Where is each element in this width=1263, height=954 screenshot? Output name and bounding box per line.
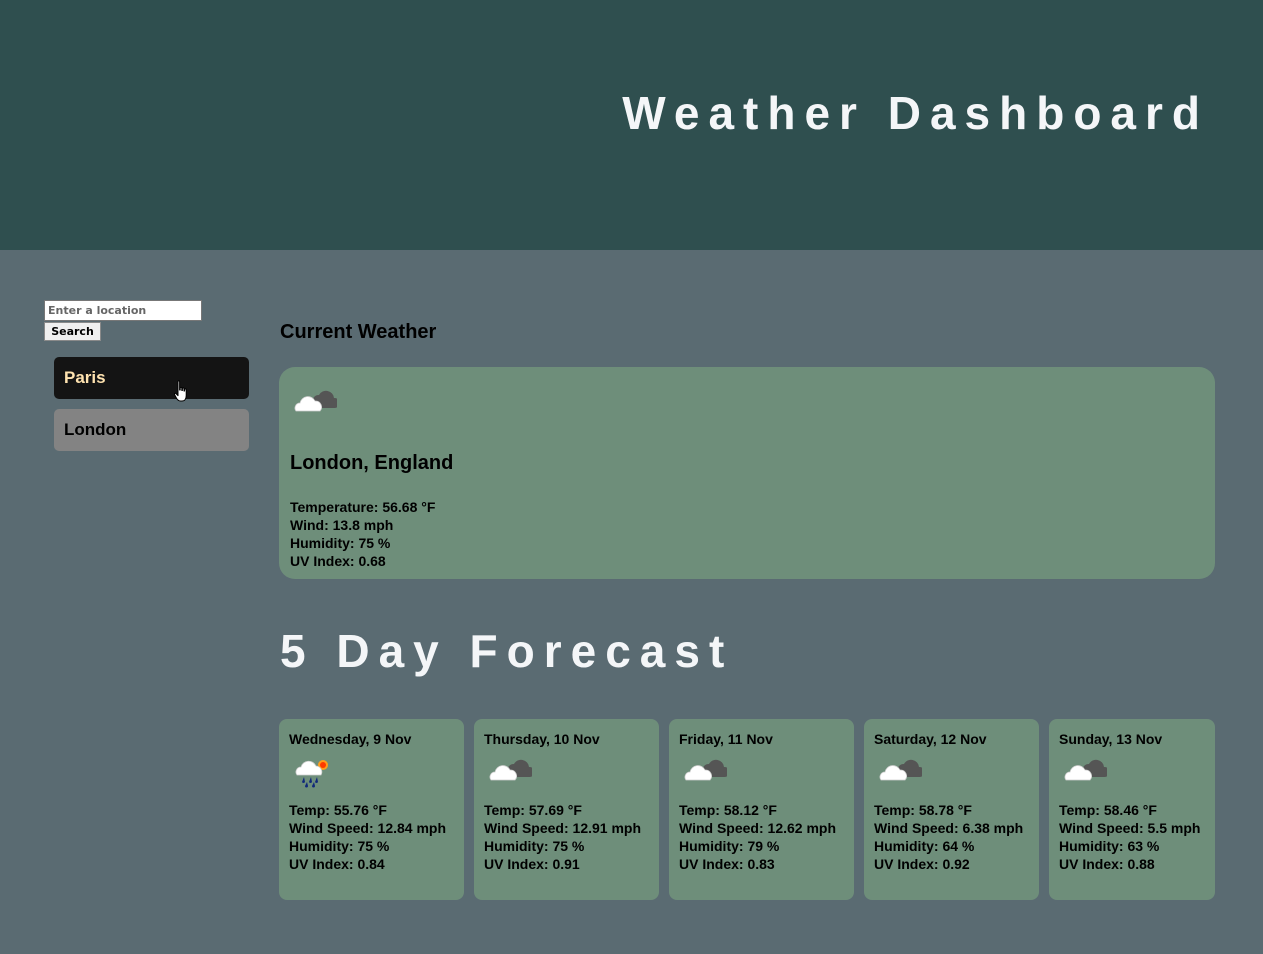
cloudy-icon xyxy=(1064,759,1107,781)
forecast-wind: Wind Speed: 12.62 mph xyxy=(679,820,837,836)
forecast-temp: Temp: 58.46 °F xyxy=(1059,802,1157,818)
page-title: Weather Dashboard xyxy=(622,87,1209,139)
forecast-temp: Temp: 55.76 °F xyxy=(289,802,387,818)
forecast-card: Wednesday, 9 Nov Temp: 55.76 °F Wind Spe… xyxy=(279,719,464,900)
current-humidity: Humidity: 75 % xyxy=(290,535,391,551)
cloudy-icon xyxy=(684,759,727,781)
current-weather-stats: Temperature: 56.68 °F Wind: 13.8 mph Hum… xyxy=(290,498,435,570)
forecast-humidity: Humidity: 63 % xyxy=(1059,838,1160,854)
forecast-date: Friday, 11 Nov xyxy=(679,731,773,747)
forecast-stats: Temp: 55.76 °F Wind Speed: 12.84 mph Hum… xyxy=(289,801,458,873)
forecast-humidity: Humidity: 75 % xyxy=(289,838,390,854)
forecast-wind: Wind Speed: 12.91 mph xyxy=(484,820,642,836)
current-uv-index: UV Index: 0.68 xyxy=(290,553,386,569)
cloudy-icon xyxy=(294,390,337,412)
forecast-humidity: Humidity: 75 % xyxy=(484,838,585,854)
forecast-stats: Temp: 58.12 °F Wind Speed: 12.62 mph Hum… xyxy=(679,801,848,873)
forecast-stats: Temp: 58.78 °F Wind Speed: 6.38 mph Humi… xyxy=(874,801,1033,873)
forecast-wind: Wind Speed: 5.5 mph xyxy=(1059,820,1201,836)
forecast-temp: Temp: 58.12 °F xyxy=(679,802,777,818)
forecast-uv-index: UV Index: 0.91 xyxy=(484,856,580,872)
current-weather-heading: Current Weather xyxy=(280,321,437,343)
forecast-wind: Wind Speed: 12.84 mph xyxy=(289,820,447,836)
forecast-card: Saturday, 12 Nov Temp: 58.78 °F Wind Spe… xyxy=(864,719,1039,900)
forecast-temp: Temp: 58.78 °F xyxy=(874,802,972,818)
cloudy-icon xyxy=(489,759,532,781)
forecast-humidity: Humidity: 64 % xyxy=(874,838,975,854)
current-temperature: Temperature: 56.68 °F xyxy=(290,499,436,515)
forecast-uv-index: UV Index: 0.92 xyxy=(874,856,970,872)
forecast-card: Thursday, 10 Nov Temp: 57.69 °F Wind Spe… xyxy=(474,719,659,900)
forecast-date: Thursday, 10 Nov xyxy=(484,731,600,747)
history-item-paris[interactable]: Paris xyxy=(54,357,249,399)
forecast-temp: Temp: 57.69 °F xyxy=(484,802,582,818)
forecast-date: Wednesday, 9 Nov xyxy=(289,731,412,747)
forecast-date: Saturday, 12 Nov xyxy=(874,731,987,747)
current-wind: Wind: 13.8 mph xyxy=(290,517,394,533)
forecast-uv-index: UV Index: 0.84 xyxy=(289,856,385,872)
forecast-uv-index: UV Index: 0.83 xyxy=(679,856,775,872)
forecast-card: Friday, 11 Nov Temp: 58.12 °F Wind Speed… xyxy=(669,719,854,900)
cloudy-icon xyxy=(879,759,922,781)
current-weather-card: London, England Temperature: 56.68 °F Wi… xyxy=(279,367,1215,579)
rain-sun-icon xyxy=(295,760,328,788)
search-button[interactable]: Search xyxy=(44,322,101,341)
forecast-heading: 5 Day Forecast xyxy=(280,625,734,677)
current-city-name: London, England xyxy=(290,452,454,474)
forecast-date: Sunday, 13 Nov xyxy=(1059,731,1163,747)
forecast-wind: Wind Speed: 6.38 mph xyxy=(874,820,1024,836)
page-header: Weather Dashboard xyxy=(0,0,1263,250)
hand-cursor-icon xyxy=(174,380,187,402)
history-item-london[interactable]: London xyxy=(54,409,249,451)
search-input[interactable] xyxy=(44,300,202,321)
forecast-stats: Temp: 58.46 °F Wind Speed: 5.5 mph Humid… xyxy=(1059,801,1209,873)
forecast-uv-index: UV Index: 0.88 xyxy=(1059,856,1155,872)
forecast-humidity: Humidity: 79 % xyxy=(679,838,780,854)
forecast-stats: Temp: 57.69 °F Wind Speed: 12.91 mph Hum… xyxy=(484,801,653,873)
forecast-card: Sunday, 13 Nov Temp: 58.46 °F Wind Speed… xyxy=(1049,719,1215,900)
